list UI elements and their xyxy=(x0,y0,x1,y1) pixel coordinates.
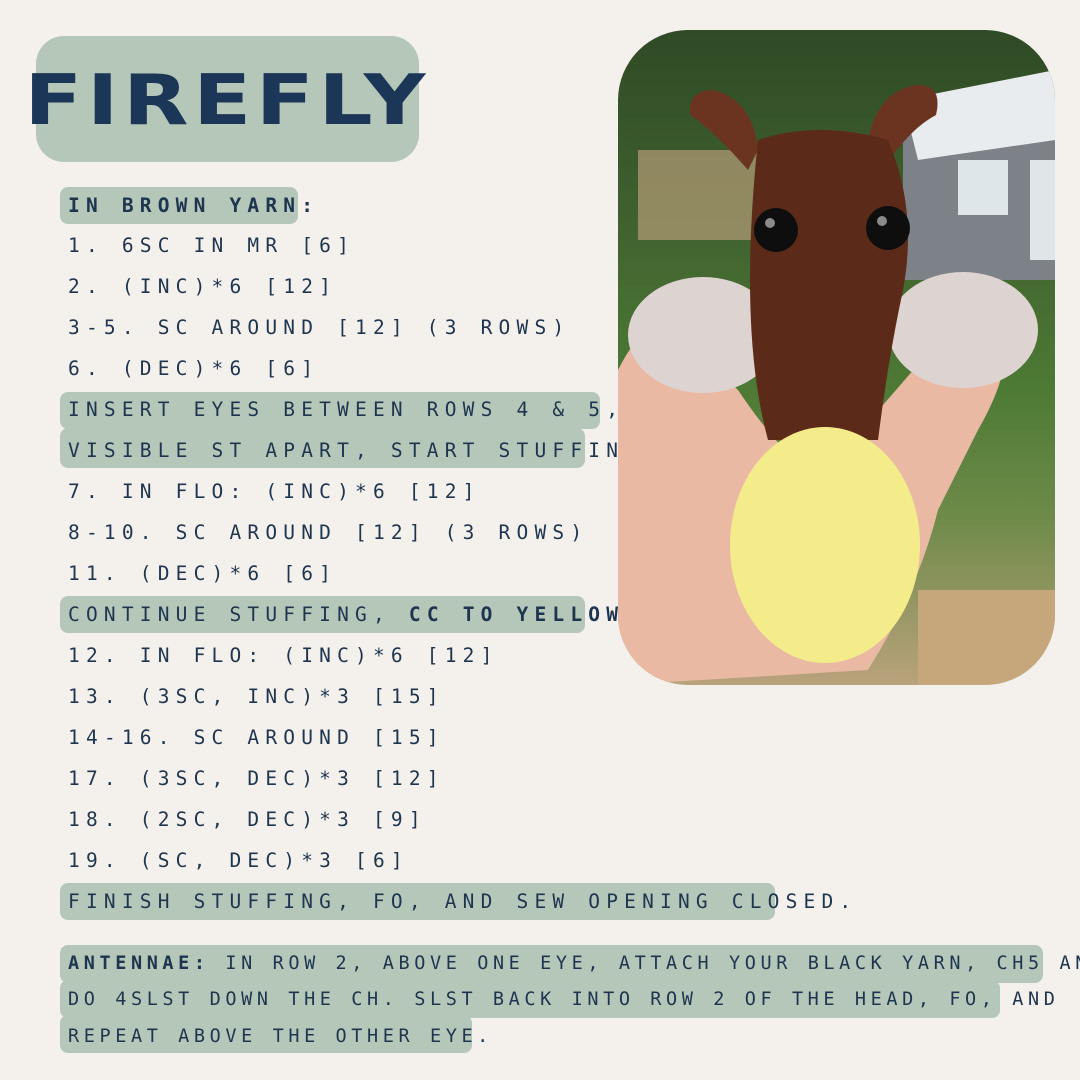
firefly-illustration xyxy=(618,70,1055,685)
right-wing xyxy=(888,272,1038,388)
step: 11. (DEC)*6 [6] xyxy=(68,562,338,585)
step: 1. 6SC IN MR [6] xyxy=(68,234,356,257)
note-finish: FINISH STUFFING, FO, AND SEW OPENING CLO… xyxy=(68,890,858,913)
firefly-photo xyxy=(618,30,1055,685)
antennae-line-2: DO 4SLST DOWN THE CH. SLST BACK INTO ROW… xyxy=(68,989,1060,1010)
antennae-line-3: REPEAT ABOVE THE OTHER EYE. xyxy=(68,1026,493,1047)
step: 7. IN FLO: (INC)*6 [12] xyxy=(68,480,481,503)
step: 13. (3SC, INC)*3 [15] xyxy=(68,685,445,708)
right-eye-shine xyxy=(877,216,887,226)
step: 2. (INC)*6 [12] xyxy=(68,275,338,298)
note-insert-eyes-2: VISIBLE ST APART, START STUFFING xyxy=(68,439,643,462)
firefly-body xyxy=(750,130,908,440)
step: 14-16. SC AROUND [15] xyxy=(68,726,445,749)
step: 18. (2SC, DEC)*3 [9] xyxy=(68,808,427,831)
antennae-label: ANTENNAE: xyxy=(68,953,210,974)
right-eye xyxy=(866,206,910,250)
antennae-line-1: ANTENNAE: IN ROW 2, ABOVE ONE EYE, ATTAC… xyxy=(68,943,1080,984)
step: 17. (3SC, DEC)*3 [12] xyxy=(68,767,445,790)
left-eye-shine xyxy=(765,218,775,228)
house-window xyxy=(958,160,1008,215)
antennae-text-1: IN ROW 2, ABOVE ONE EYE, ATTACH YOUR BLA… xyxy=(209,953,1080,974)
note-continue-text: CONTINUE STUFFING, xyxy=(68,603,409,626)
page-title: FIREFLY xyxy=(24,58,431,140)
left-eye xyxy=(754,208,798,252)
note-continue: CONTINUE STUFFING, CC TO YELLOW xyxy=(68,594,624,635)
step: 12. IN FLO: (INC)*6 [12] xyxy=(68,644,499,667)
firefly-glowing-abdomen xyxy=(730,427,920,663)
step: 3-5. SC AROUND [12] (3 ROWS) xyxy=(68,316,571,339)
house-door xyxy=(1030,160,1055,260)
section-header: IN BROWN YARN: xyxy=(68,194,320,217)
note-insert-eyes-1: INSERT EYES BETWEEN ROWS 4 & 5, 1 xyxy=(68,398,661,421)
step: 19. (SC, DEC)*3 [6] xyxy=(68,849,409,872)
title-badge: FIREFLY xyxy=(25,36,426,162)
step: 8-10. SC AROUND [12] (3 ROWS) xyxy=(68,521,589,544)
step: 6. (DEC)*6 [6] xyxy=(68,357,320,380)
planter-box xyxy=(918,590,1055,685)
note-color-change: CC TO YELLOW xyxy=(408,603,625,626)
